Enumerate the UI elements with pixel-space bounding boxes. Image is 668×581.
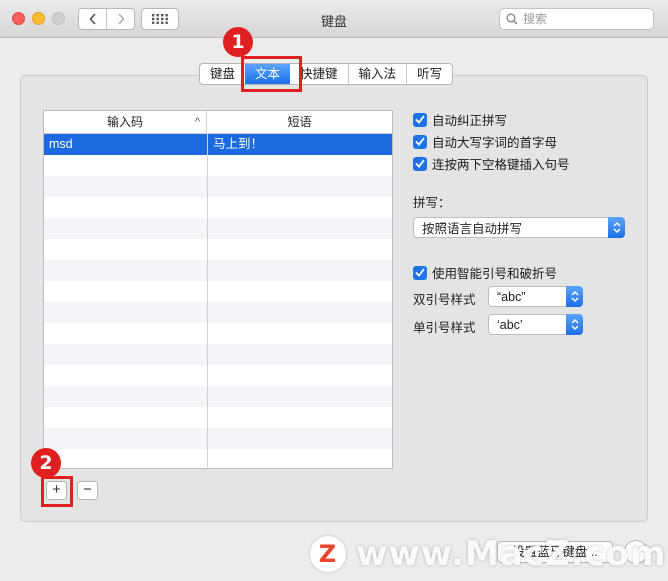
column-divider [207,134,208,470]
checkmark-icon [415,115,425,124]
tab-keyboard[interactable]: 键盘 [200,64,245,84]
smart-quotes-checkbox[interactable] [413,265,427,280]
double-quotes-value: “abc” [497,289,526,304]
column-header-phrase[interactable]: 短语 [207,111,392,133]
tab-dictation[interactable]: 听写 [406,64,452,84]
auto-capitalize-option[interactable]: 自动大写字词的首字母 [413,132,557,151]
table-row[interactable]: msd 马上到！ [44,134,392,155]
empty-row [44,281,392,302]
smart-quotes-label: 使用智能引号和破折号 [432,267,558,281]
macz-logo-icon: Z [310,536,346,572]
empty-row [44,155,392,176]
double-space-period-option[interactable]: 连按两下空格键插入句号 [413,154,570,173]
spelling-popup-value: 按照语言自动拼写 [422,222,523,236]
empty-row [44,323,392,344]
double-quotes-popup[interactable]: “abc” [488,286,583,307]
search-icon [506,13,518,25]
title-bar: 键盘 [0,0,668,38]
empty-row [44,365,392,386]
watermark: Z www.MacZ.com [310,534,666,574]
empty-row [44,407,392,428]
cell-code: msd [49,137,73,151]
auto-correct-option[interactable]: 自动纠正拼写 [413,110,507,129]
empty-row [44,428,392,449]
watermark-text: www.MacZ.com [356,534,667,574]
logo-letter: Z [318,540,338,568]
empty-row [44,239,392,260]
empty-row [44,260,392,281]
double-space-period-label: 连按两下空格键插入句号 [432,158,570,172]
spelling-popup[interactable]: 按照语言自动拼写 [413,217,625,238]
updown-arrows-icon [566,286,583,307]
tab-bar: 键盘 文本 快捷键 输入法 听写 [199,63,454,85]
checkmark-icon [415,268,425,277]
annotation-step-2: 2 [31,448,61,478]
empty-row [44,176,392,197]
single-quotes-label: 单引号样式 [413,321,476,335]
auto-capitalize-checkbox[interactable] [413,134,427,149]
column-header-code-label: 输入码 [106,115,143,129]
search-input[interactable] [523,12,643,26]
empty-row [44,218,392,239]
single-quotes-value: ‘abc’ [497,317,523,332]
double-quotes-label: 双引号样式 [413,293,476,307]
single-quotes-popup[interactable]: ‘abc’ [488,314,583,335]
column-header-code[interactable]: 输入码 ^ [44,111,207,133]
updown-arrows-icon [608,217,625,238]
auto-correct-label: 自动纠正拼写 [432,114,508,128]
auto-correct-checkbox[interactable] [413,112,427,127]
annotation-step-1: 1 [223,27,253,57]
cell-phrase: 马上到！ [213,137,264,151]
checkmark-icon [415,159,425,168]
auto-capitalize-label: 自动大写字词的首字母 [432,136,558,150]
empty-row [44,386,392,407]
empty-row [44,197,392,218]
annotation-highlight-text-tab [241,56,302,92]
search-field[interactable] [499,8,654,30]
remove-button[interactable]: − [77,481,98,500]
empty-row [44,302,392,323]
updown-arrows-icon [566,314,583,335]
text-replacement-table[interactable]: 输入码 ^ 短语 msd 马上到！ [43,110,393,470]
sort-ascending-icon: ^ [194,116,200,128]
double-space-period-checkbox[interactable] [413,156,427,171]
table-body: msd 马上到！ [44,134,392,470]
empty-row [44,344,392,365]
empty-row [44,449,392,470]
tab-input-sources[interactable]: 输入法 [347,64,407,84]
table-header: 输入码 ^ 短语 [44,111,392,134]
spelling-label: 拼写： [413,196,451,210]
checkmark-icon [415,137,425,146]
annotation-highlight-add-button [41,476,73,507]
smart-quotes-option[interactable]: 使用智能引号和破折号 [413,263,557,282]
